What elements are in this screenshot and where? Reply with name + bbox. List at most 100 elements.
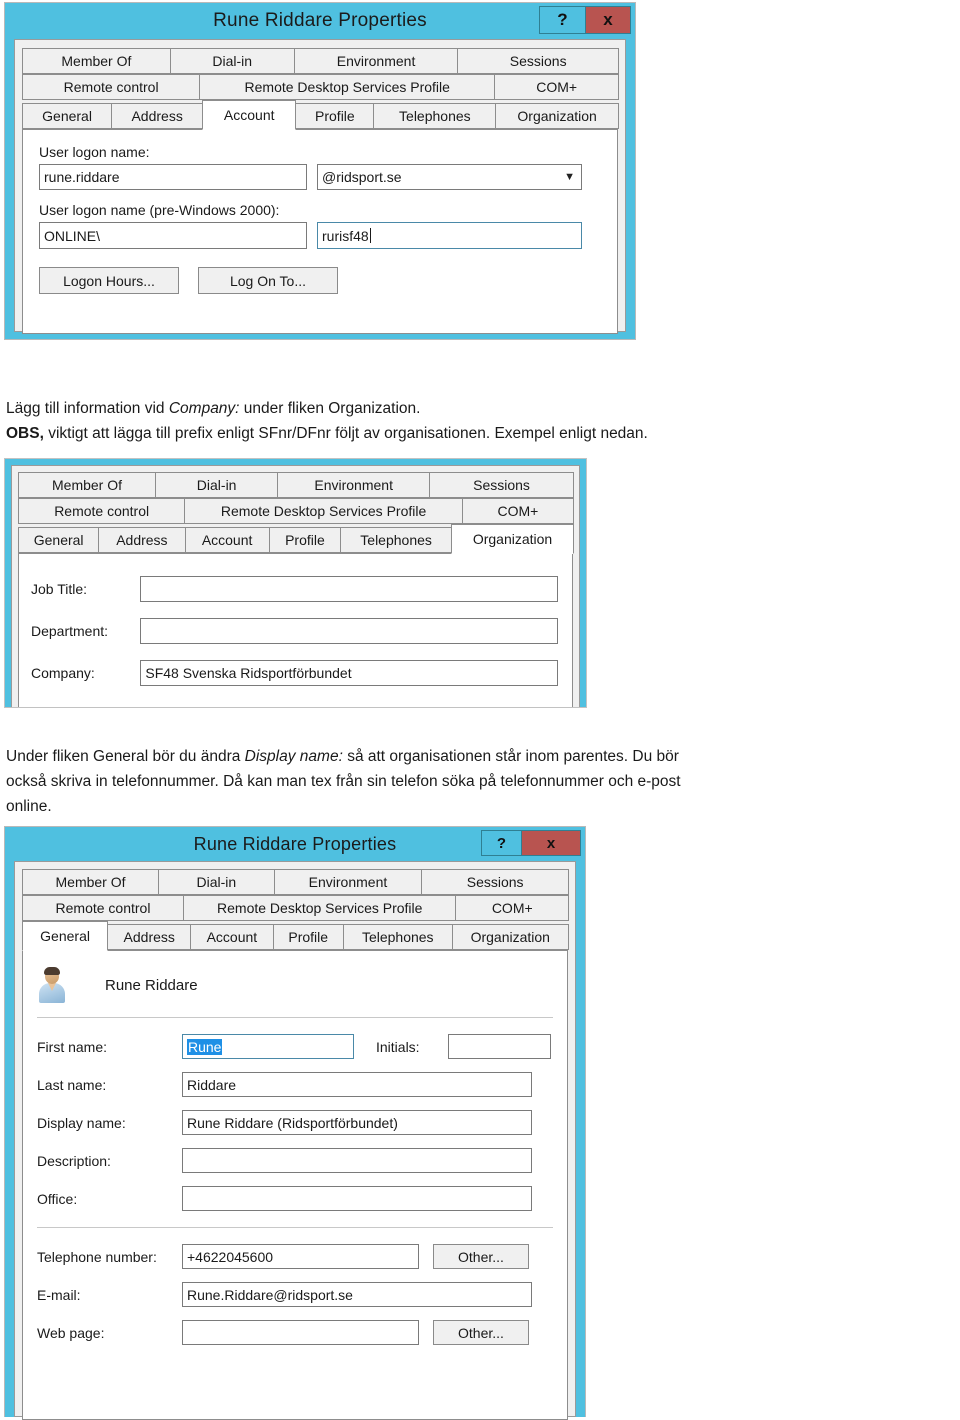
user-display-name: Rune Riddare: [105, 976, 198, 994]
upn-suffix-value: @ridsport.se: [322, 169, 402, 185]
tab-remote-control[interactable]: Remote control: [22, 895, 184, 921]
company-input[interactable]: SF48 Svenska Ridsportförbundet: [140, 660, 558, 686]
tab-dial-in[interactable]: Dial-in: [155, 472, 279, 498]
web-page-input[interactable]: [182, 1320, 419, 1345]
description-input[interactable]: [182, 1148, 532, 1173]
tab-address[interactable]: Address: [111, 103, 204, 129]
tab-sessions[interactable]: Sessions: [421, 869, 569, 895]
telephone-number-input[interactable]: +4622045600: [182, 1244, 419, 1269]
tab-member-of[interactable]: Member Of: [18, 472, 157, 498]
divider-bottom: [37, 1227, 553, 1228]
office-input[interactable]: [182, 1186, 532, 1211]
tab-member-of[interactable]: Member Of: [22, 869, 160, 895]
tab-account[interactable]: Account: [190, 924, 274, 950]
tab-row-1: Member Of Dial-in Environment Sessions: [18, 472, 574, 498]
email-input[interactable]: Rune.Riddare@ridsport.se: [182, 1282, 532, 1307]
department-label: Department:: [31, 623, 109, 639]
text-caret: [369, 228, 371, 243]
last-name-label: Last name:: [37, 1076, 107, 1093]
tab-address[interactable]: Address: [107, 924, 192, 950]
description-label: Description:: [37, 1152, 111, 1169]
tabstrip-general: Member Of Dial-in Environment Sessions R…: [22, 869, 569, 1420]
tab-com-plus[interactable]: COM+: [494, 74, 620, 100]
tab-remote-control[interactable]: Remote control: [22, 74, 201, 100]
tab-row-2: Remote control Remote Desktop Services P…: [22, 895, 569, 921]
job-title-input[interactable]: [140, 576, 558, 602]
tab-remote-desktop-services-profile[interactable]: Remote Desktop Services Profile: [182, 895, 457, 921]
tab-com-plus[interactable]: COM+: [455, 895, 569, 921]
tab-address[interactable]: Address: [98, 527, 186, 553]
user-logon-name-label: User logon name:: [39, 144, 150, 160]
account-properties-dialog[interactable]: Rune Riddare Properties ? x Member Of Di…: [4, 2, 636, 340]
email-label: E-mail:: [37, 1286, 81, 1303]
help-icon[interactable]: ?: [481, 830, 521, 856]
first-name-input[interactable]: Rune: [182, 1034, 354, 1059]
tab-remote-control[interactable]: Remote control: [18, 498, 186, 524]
pre-windows-2000-domain-input[interactable]: ONLINE\: [39, 222, 307, 249]
help-icon[interactable]: ?: [539, 6, 585, 34]
dialog-title: Rune Riddare Properties: [193, 833, 397, 854]
pre-windows-2000-name-input[interactable]: rurisf48: [317, 222, 582, 249]
p1-l2-bold: OBS,: [6, 425, 44, 442]
paragraph-2-line-3: online.: [6, 798, 52, 815]
logon-hours-button[interactable]: Logon Hours...: [39, 267, 179, 294]
tab-dial-in[interactable]: Dial-in: [169, 48, 295, 74]
dialog-body: Member Of Dial-in Environment Sessions R…: [14, 39, 626, 334]
tab-profile[interactable]: Profile: [272, 924, 344, 950]
tab-telephones[interactable]: Telephones: [373, 103, 497, 129]
tab-telephones[interactable]: Telephones: [342, 924, 453, 950]
tab-com-plus[interactable]: COM+: [461, 498, 574, 524]
pre-windows-2000-label: User logon name (pre-Windows 2000):: [39, 202, 280, 218]
office-label: Office:: [37, 1190, 78, 1207]
tab-telephones[interactable]: Telephones: [340, 527, 453, 553]
initials-input[interactable]: [448, 1034, 551, 1059]
tab-remote-desktop-services-profile[interactable]: Remote Desktop Services Profile: [184, 498, 463, 524]
close-icon[interactable]: x: [521, 830, 581, 856]
department-input[interactable]: [140, 618, 558, 644]
upn-suffix-dropdown[interactable]: @ridsport.se ▼: [317, 164, 582, 190]
tab-dial-in[interactable]: Dial-in: [158, 869, 275, 895]
display-name-input[interactable]: Rune Riddare (Ridsportförbundet): [182, 1110, 532, 1135]
organization-properties-dialog-crop[interactable]: Member Of Dial-in Environment Sessions R…: [4, 458, 587, 708]
p1-l1-post: under fliken Organization.: [239, 400, 421, 417]
close-icon[interactable]: x: [585, 6, 631, 34]
p1-l2-rest: viktigt att lägga till prefix enligt SFn…: [43, 425, 648, 442]
p1-l1-pre: Lägg till information vid: [6, 400, 169, 417]
tab-general[interactable]: General: [18, 527, 100, 553]
tab-organization[interactable]: Organization: [451, 524, 574, 554]
general-properties-dialog[interactable]: Rune Riddare Properties ? x Member Of Di…: [4, 826, 586, 1420]
tab-account[interactable]: Account: [184, 527, 270, 553]
dialog-body-organization: Member Of Dial-in Environment Sessions R…: [11, 465, 580, 707]
paragraph-2-line-1: Under fliken General bör du ändra Displa…: [6, 744, 952, 769]
tab-environment[interactable]: Environment: [293, 48, 459, 74]
tabstrip: Member Of Dial-in Environment Sessions R…: [22, 48, 620, 334]
telephone-number-label: Telephone number:: [37, 1248, 157, 1265]
paragraph-2-line-2: också skriva in telefonnummer. Då kan ma…: [6, 773, 681, 790]
tab-sessions[interactable]: Sessions: [429, 472, 574, 498]
p1-l1-emphasis: Company:: [168, 400, 240, 417]
dialog-title: Rune Riddare Properties: [213, 10, 427, 31]
tab-sessions[interactable]: Sessions: [457, 48, 620, 74]
pre-windows-2000-name-value: rurisf48: [322, 227, 369, 244]
tab-remote-desktop-services-profile[interactable]: Remote Desktop Services Profile: [199, 74, 496, 100]
tab-profile[interactable]: Profile: [268, 527, 342, 553]
tab-general[interactable]: General: [22, 921, 109, 951]
user-logon-name-input[interactable]: rune.riddare: [39, 164, 307, 190]
tab-general[interactable]: General: [22, 103, 113, 129]
tab-environment[interactable]: Environment: [273, 869, 423, 895]
tab-organization[interactable]: Organization: [451, 924, 569, 950]
last-name-input[interactable]: Riddare: [182, 1072, 532, 1097]
tab-row-3: General Address Account Profile Telephon…: [18, 524, 574, 554]
tab-account[interactable]: Account: [202, 100, 297, 130]
tab-row-3: General Address Account Profile Telephon…: [22, 100, 619, 130]
tabstrip-organization: Member Of Dial-in Environment Sessions R…: [18, 472, 574, 707]
log-on-to-button[interactable]: Log On To...: [198, 267, 338, 294]
tab-profile[interactable]: Profile: [295, 103, 375, 129]
company-label: Company:: [31, 665, 95, 681]
web-page-other-button[interactable]: Other...: [433, 1320, 529, 1345]
tab-member-of[interactable]: Member Of: [22, 48, 171, 74]
tab-environment[interactable]: Environment: [277, 472, 431, 498]
titlebar: Rune Riddare Properties ? x: [5, 3, 635, 39]
tab-organization[interactable]: Organization: [495, 103, 619, 129]
telephone-other-button[interactable]: Other...: [433, 1244, 529, 1269]
